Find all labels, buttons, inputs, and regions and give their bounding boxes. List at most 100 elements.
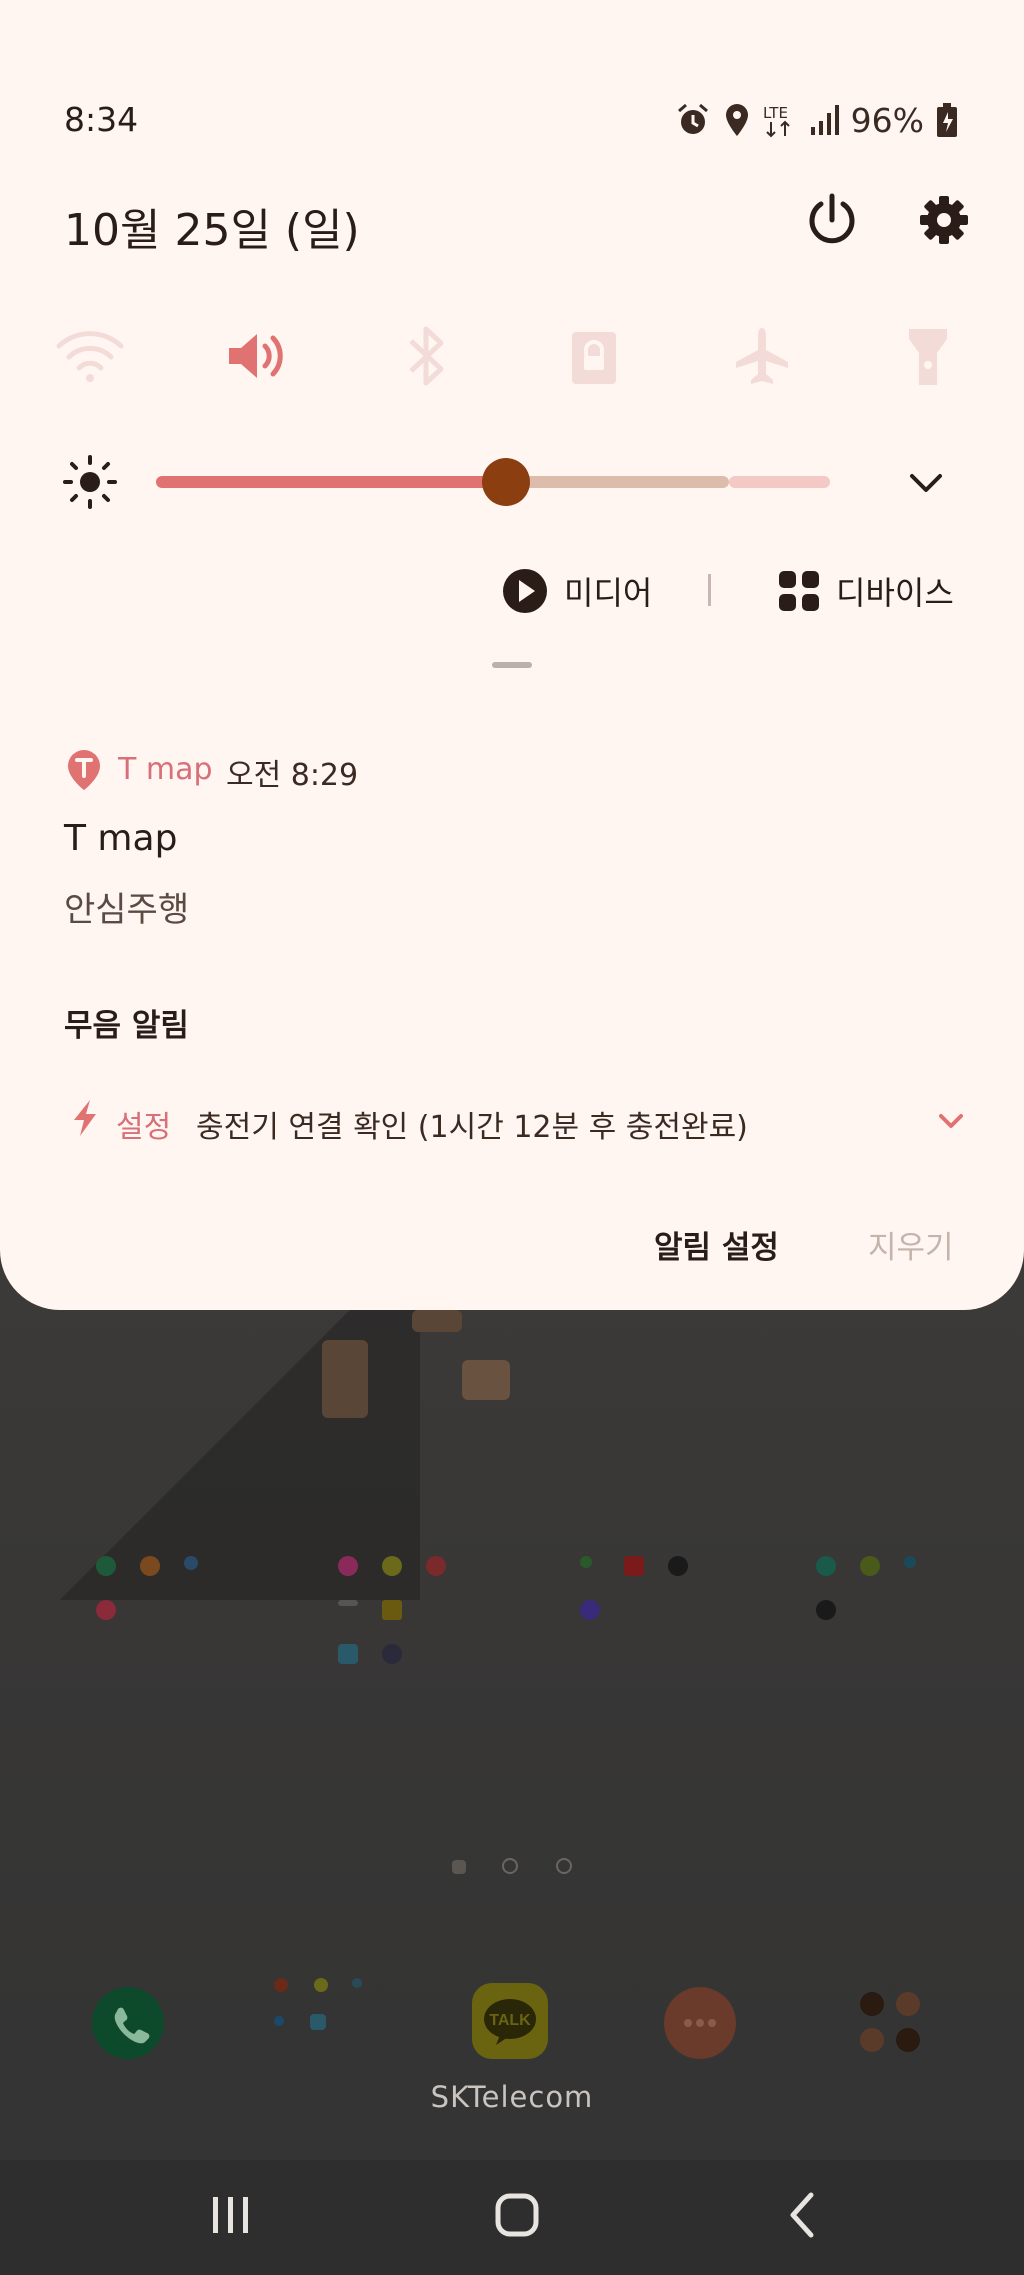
- chevron-down-icon: [910, 474, 942, 492]
- navigation-bar: [0, 2160, 1024, 2275]
- app-icon: [274, 2016, 284, 2026]
- media-label: 미디어: [564, 574, 653, 612]
- settings-icon: [920, 196, 968, 244]
- notification-app-name: 설정: [116, 1110, 172, 1145]
- notification-text: 충전기 연결 확인 (1시간 12분 후 충전완료): [196, 1110, 748, 1145]
- app-icon: [816, 1556, 836, 1576]
- app-icon: [310, 2014, 326, 2030]
- notification-app-name: T map: [118, 752, 213, 787]
- lightning-icon: [70, 1098, 100, 1138]
- back-button[interactable]: [758, 2180, 848, 2250]
- signal-icon: [810, 105, 839, 135]
- recent-apps-button[interactable]: [186, 2180, 276, 2250]
- notification-panel: 8:34 LTE 96% 10월 25일 (일) 미디어 디바이스 T map …: [0, 0, 1024, 1310]
- status-icons: LTE 96%: [675, 98, 958, 142]
- airplane-mode-toggle[interactable]: [724, 318, 800, 394]
- tmap-icon: [66, 748, 102, 792]
- app-icon: [668, 1556, 688, 1576]
- bluetooth-icon: [409, 326, 444, 386]
- app-icon: [184, 1556, 198, 1570]
- home-folder[interactable]: [338, 1556, 478, 1666]
- media-button[interactable]: 미디어: [502, 566, 652, 616]
- screen-lock-toggle[interactable]: [556, 318, 632, 394]
- wifi-toggle[interactable]: [52, 318, 128, 394]
- app-icon: [314, 1978, 328, 1992]
- airplane-icon: [736, 328, 788, 384]
- app-icon: [382, 1644, 402, 1664]
- power-button[interactable]: [802, 190, 862, 250]
- devices-button[interactable]: 디바이스: [778, 566, 954, 616]
- app-icon: [580, 1556, 592, 1568]
- app-icon: [338, 1644, 358, 1664]
- app-icon: [96, 1600, 116, 1620]
- messages-icon[interactable]: [664, 1987, 736, 2059]
- settings-button[interactable]: [914, 190, 974, 250]
- wallpaper-block: [462, 1360, 510, 1400]
- app-icon: [904, 1556, 916, 1568]
- notification-settings-button[interactable]: 알림 설정: [654, 1222, 779, 1267]
- devices-icon: [779, 571, 819, 611]
- divider: [708, 574, 711, 606]
- wallpaper-block: [322, 1340, 368, 1418]
- lte-icon: LTE: [763, 104, 790, 138]
- apps-drawer-icon[interactable]: [860, 1992, 924, 2056]
- phone-app-icon[interactable]: [92, 1987, 164, 2059]
- app-icon: [96, 1556, 116, 1576]
- home-icon: [495, 2193, 539, 2237]
- battery-percent: 96%: [850, 100, 924, 140]
- location-icon: [725, 104, 748, 136]
- expand-button[interactable]: [904, 462, 948, 506]
- app-icon: [338, 1600, 358, 1606]
- sound-icon: [229, 334, 283, 378]
- page-indicator[interactable]: [502, 1858, 518, 1874]
- alarm-icon: [677, 103, 708, 134]
- expand-notification-button[interactable]: [936, 1110, 966, 1134]
- status-time: 8:34: [64, 100, 139, 139]
- home-folder[interactable]: [816, 1556, 956, 1620]
- page-indicator[interactable]: [556, 1858, 572, 1874]
- brightness-slider-knob[interactable]: [482, 458, 530, 506]
- sound-toggle[interactable]: [220, 318, 296, 394]
- app-icon: [338, 1556, 358, 1576]
- notification-text: 안심주행: [64, 890, 190, 930]
- app-icon: [382, 1556, 402, 1576]
- wallpaper-block: [412, 1310, 462, 1332]
- bluetooth-toggle[interactable]: [388, 318, 464, 394]
- app-icon: [352, 1978, 362, 1988]
- brightness-slider[interactable]: [156, 458, 830, 506]
- brightness-slider-track: [506, 476, 729, 488]
- svg-text:LTE: LTE: [763, 104, 788, 122]
- date-label: 10월 25일 (일): [64, 205, 360, 256]
- home-folder[interactable]: [580, 1556, 720, 1620]
- recent-apps-icon: [213, 2197, 248, 2233]
- play-icon: [503, 569, 547, 613]
- app-icon: [140, 1556, 160, 1576]
- brightness-slider-fill: [156, 476, 506, 488]
- battery-icon: [937, 103, 957, 137]
- power-icon: [809, 193, 855, 244]
- flashlight-toggle[interactable]: [890, 318, 966, 394]
- app-icon: [624, 1556, 644, 1576]
- app-icon: [580, 1600, 600, 1620]
- flashlight-icon: [909, 329, 947, 385]
- clear-button[interactable]: 지우기: [868, 1222, 954, 1267]
- carrier-label: SKTelecom: [430, 2080, 594, 2114]
- wifi-icon: [56, 331, 124, 382]
- brightness-slider-track-end: [729, 476, 830, 488]
- kakaotalk-icon[interactable]: TALK: [472, 1983, 548, 2059]
- lock-icon: [572, 332, 616, 384]
- app-icon: [382, 1600, 402, 1620]
- back-icon: [790, 2192, 814, 2238]
- page-indicator-home[interactable]: [452, 1860, 466, 1874]
- drag-handle[interactable]: [492, 662, 532, 668]
- silent-notifications-header: 무음 알림: [64, 1008, 189, 1044]
- brightness-icon: [62, 454, 118, 510]
- app-icon: [816, 1600, 836, 1620]
- devices-label: 디바이스: [836, 574, 954, 612]
- home-folder[interactable]: [96, 1556, 236, 1620]
- app-folder-icon[interactable]: [270, 1978, 362, 2068]
- app-icon: [860, 1556, 880, 1576]
- kakao-label: TALK: [489, 2012, 531, 2029]
- notification-title: T map: [64, 818, 178, 859]
- home-button[interactable]: [472, 2180, 562, 2250]
